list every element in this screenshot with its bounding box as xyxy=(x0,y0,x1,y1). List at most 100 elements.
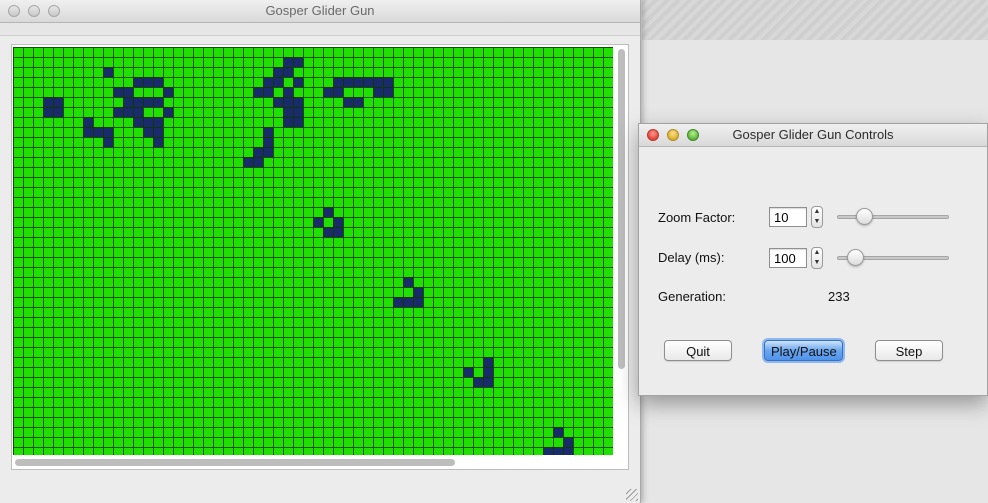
vertical-scrollbar[interactable] xyxy=(615,47,627,455)
delay-field[interactable] xyxy=(769,248,807,268)
live-cell[interactable] xyxy=(563,437,573,447)
live-cell[interactable] xyxy=(553,427,563,437)
live-cell[interactable] xyxy=(113,87,123,97)
minimize-icon[interactable] xyxy=(28,5,40,17)
live-cell[interactable] xyxy=(463,367,473,377)
live-cell[interactable] xyxy=(483,377,493,387)
live-cell[interactable] xyxy=(563,447,573,455)
live-cell[interactable] xyxy=(283,117,293,127)
live-cell[interactable] xyxy=(143,117,153,127)
live-cell[interactable] xyxy=(393,297,403,307)
live-cell[interactable] xyxy=(343,97,353,107)
live-cell[interactable] xyxy=(283,87,293,97)
live-cell[interactable] xyxy=(293,57,303,67)
vertical-scroll-thumb[interactable] xyxy=(618,49,625,369)
live-cell[interactable] xyxy=(543,447,553,455)
zoom-factor-field[interactable] xyxy=(769,207,807,227)
live-cell[interactable] xyxy=(153,127,163,137)
live-cell[interactable] xyxy=(283,97,293,107)
live-cell[interactable] xyxy=(143,127,153,137)
life-grid-svg[interactable] xyxy=(13,47,613,455)
live-cell[interactable] xyxy=(373,87,383,97)
stepper-down-icon[interactable]: ▼ xyxy=(812,258,822,268)
live-cell[interactable] xyxy=(553,447,563,455)
live-cell[interactable] xyxy=(293,97,303,107)
resize-grip-icon[interactable] xyxy=(626,489,638,501)
step-button[interactable]: Step xyxy=(875,340,943,361)
live-cell[interactable] xyxy=(293,107,303,117)
live-cell[interactable] xyxy=(83,117,93,127)
live-cell[interactable] xyxy=(93,127,103,137)
live-cell[interactable] xyxy=(143,97,153,107)
live-cell[interactable] xyxy=(123,97,133,107)
zoom-icon[interactable] xyxy=(687,129,699,141)
delay-slider-knob[interactable] xyxy=(846,249,864,266)
live-cell[interactable] xyxy=(143,77,153,87)
zoom-stepper[interactable]: ▲ ▼ xyxy=(811,206,823,228)
stepper-up-icon[interactable]: ▲ xyxy=(812,207,822,217)
stepper-down-icon[interactable]: ▼ xyxy=(812,217,822,227)
live-cell[interactable] xyxy=(333,77,343,87)
live-cell[interactable] xyxy=(283,57,293,67)
live-cell[interactable] xyxy=(383,87,393,97)
live-cell[interactable] xyxy=(263,87,273,97)
live-cell[interactable] xyxy=(293,117,303,127)
live-cell[interactable] xyxy=(153,117,163,127)
close-icon[interactable] xyxy=(8,5,20,17)
live-cell[interactable] xyxy=(163,87,173,97)
live-cell[interactable] xyxy=(263,137,273,147)
live-cell[interactable] xyxy=(353,77,363,87)
live-cell[interactable] xyxy=(483,357,493,367)
live-cell[interactable] xyxy=(413,287,423,297)
live-cell[interactable] xyxy=(283,107,293,117)
live-cell[interactable] xyxy=(153,137,163,147)
zoom-slider-knob[interactable] xyxy=(856,208,873,225)
live-cell[interactable] xyxy=(283,67,293,77)
live-cell[interactable] xyxy=(373,77,383,87)
live-cell[interactable] xyxy=(263,127,273,137)
live-cell[interactable] xyxy=(123,107,133,117)
live-cell[interactable] xyxy=(43,107,53,117)
live-cell[interactable] xyxy=(263,147,273,157)
controls-window-titlebar[interactable]: Gosper Glider Gun Controls xyxy=(639,124,987,147)
horizontal-scrollbar[interactable] xyxy=(13,456,615,468)
live-cell[interactable] xyxy=(273,77,283,87)
live-cell[interactable] xyxy=(253,87,263,97)
live-cell[interactable] xyxy=(113,107,123,117)
live-cell[interactable] xyxy=(103,67,113,77)
live-cell[interactable] xyxy=(133,107,143,117)
live-cell[interactable] xyxy=(123,87,133,97)
live-cell[interactable] xyxy=(133,77,143,87)
live-cell[interactable] xyxy=(243,157,253,167)
live-cell[interactable] xyxy=(83,127,93,137)
live-cell[interactable] xyxy=(363,77,373,87)
live-cell[interactable] xyxy=(473,377,483,387)
live-cell[interactable] xyxy=(153,97,163,107)
live-cell[interactable] xyxy=(53,107,63,117)
live-cell[interactable] xyxy=(133,117,143,127)
live-cell[interactable] xyxy=(313,217,323,227)
live-cell[interactable] xyxy=(383,77,393,87)
live-cell[interactable] xyxy=(273,67,283,77)
minimize-icon[interactable] xyxy=(667,129,679,141)
live-cell[interactable] xyxy=(323,207,333,217)
live-cell[interactable] xyxy=(43,97,53,107)
live-cell[interactable] xyxy=(343,77,353,87)
live-cell[interactable] xyxy=(263,77,273,87)
live-cell[interactable] xyxy=(293,77,303,87)
grid-scroll-view[interactable] xyxy=(11,44,629,470)
live-cell[interactable] xyxy=(413,297,423,307)
life-grid[interactable] xyxy=(13,47,613,455)
live-cell[interactable] xyxy=(353,97,363,107)
stepper-up-icon[interactable]: ▲ xyxy=(812,248,822,258)
live-cell[interactable] xyxy=(323,227,333,237)
live-cell[interactable] xyxy=(333,227,343,237)
live-cell[interactable] xyxy=(53,97,63,107)
live-cell[interactable] xyxy=(103,127,113,137)
live-cell[interactable] xyxy=(323,87,333,97)
live-cell[interactable] xyxy=(253,147,263,157)
quit-button[interactable]: Quit xyxy=(664,340,732,361)
play-pause-button[interactable]: Play/Pause xyxy=(764,340,843,361)
zoom-slider[interactable] xyxy=(837,215,949,219)
live-cell[interactable] xyxy=(103,137,113,147)
